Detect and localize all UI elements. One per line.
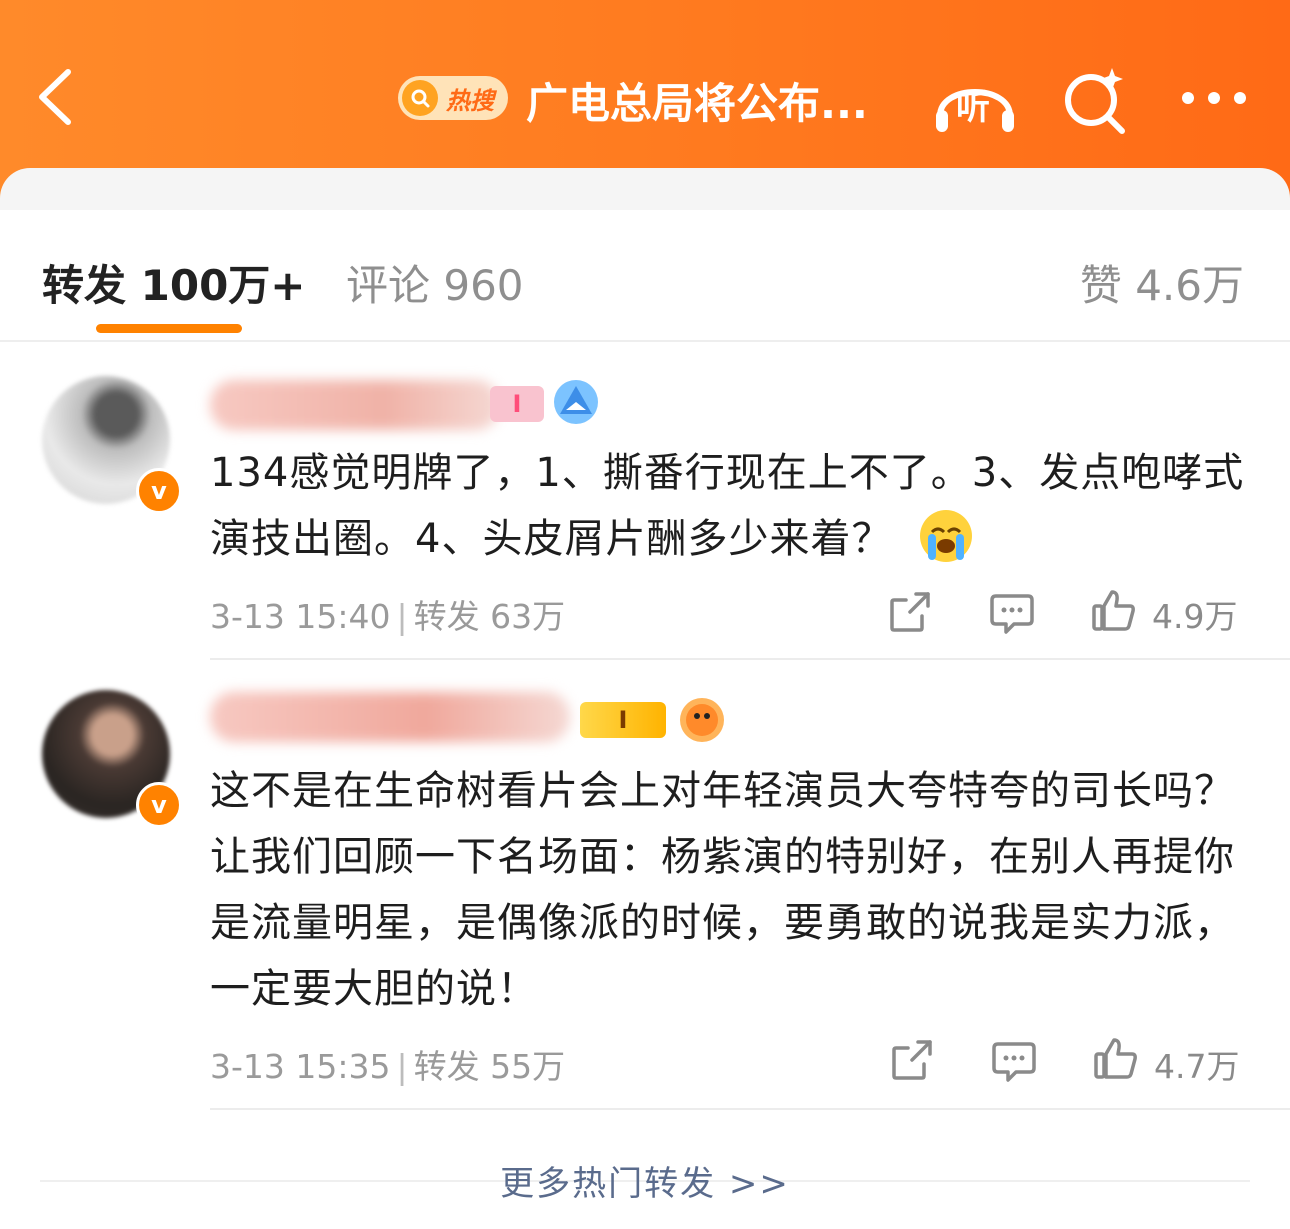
username-blurred[interactable] <box>210 692 570 742</box>
repost-meta: 3-13 15:35 | 转发 55万 <box>210 1047 566 1086</box>
crying-face-icon <box>920 510 973 562</box>
hot-tag-label: 热搜 <box>446 86 494 115</box>
post-time: 3-13 15:40 <box>210 597 391 636</box>
username-blurred[interactable] <box>210 380 500 430</box>
pufferfish-badge-icon <box>680 698 724 742</box>
like-icon[interactable] <box>1092 1034 1140 1082</box>
like-count: 4.7万 <box>1154 1047 1240 1086</box>
repost-count: 转发 63万 <box>413 597 566 636</box>
avatar[interactable]: v <box>42 376 182 514</box>
shark-badge-icon <box>554 380 598 424</box>
more-options-button[interactable] <box>1178 80 1250 116</box>
post-time: 3-13 15:35 <box>210 1047 391 1086</box>
repost-item: v I 这不是在生命树看片会上对年轻演员大夸特夸的司长吗？让我们回顾一下名场面：… <box>0 662 1290 1112</box>
search-icon <box>402 80 438 116</box>
level-badge: I <box>490 386 544 422</box>
repost-text: 134感觉明牌了，1、撕番行现在上不了。3、发点咆哮式演技出圈。4、头皮屑片酬多… <box>210 440 1250 572</box>
active-tab-indicator <box>96 324 242 333</box>
verified-badge-icon: v <box>136 468 182 514</box>
repost-count: 转发 55万 <box>413 1047 566 1086</box>
tab-comment[interactable]: 评论 960 <box>346 252 524 313</box>
hot-search-tag[interactable]: 热搜 <box>398 76 508 120</box>
listen-button[interactable]: 听 <box>932 66 1018 136</box>
more-hot-reposts-link[interactable]: 更多热门转发 >> <box>0 1156 1290 1205</box>
share-icon[interactable] <box>886 588 934 636</box>
share-icon[interactable] <box>888 1036 936 1084</box>
back-button[interactable] <box>30 62 90 132</box>
sparkle-search-icon <box>1065 68 1125 134</box>
tab-like[interactable]: 赞 4.6万 <box>1080 252 1244 313</box>
level-badge: I <box>580 702 666 738</box>
search-button[interactable] <box>1060 66 1130 136</box>
repost-meta: 3-13 15:40 | 转发 63万 <box>210 597 566 636</box>
item-divider <box>210 658 1290 660</box>
page-title: 广电总局将公布... <box>526 79 868 128</box>
listen-label: 听 <box>956 88 990 128</box>
comment-icon[interactable] <box>990 1036 1038 1084</box>
repost-item: v I 134感觉明牌了，1、撕番行现在上不了。3、发点咆哮式演技出圈。4、头皮… <box>0 342 1290 662</box>
like-icon[interactable] <box>1090 586 1138 634</box>
repost-text: 这不是在生命树看片会上对年轻演员大夸特夸的司长吗？让我们回顾一下名场面：杨紫演的… <box>210 768 1235 1012</box>
tab-bar: 转发 100万+ 评论 960 赞 4.6万 <box>0 210 1290 342</box>
more-dots-icon <box>1182 92 1246 104</box>
item-divider <box>210 1108 1290 1110</box>
tab-repost[interactable]: 转发 100万+ <box>42 252 306 313</box>
avatar[interactable]: v <box>42 690 182 828</box>
back-arrow-icon <box>39 69 71 125</box>
verified-badge-icon: v <box>136 782 182 828</box>
like-count: 4.9万 <box>1152 597 1238 636</box>
comment-icon[interactable] <box>988 588 1036 636</box>
